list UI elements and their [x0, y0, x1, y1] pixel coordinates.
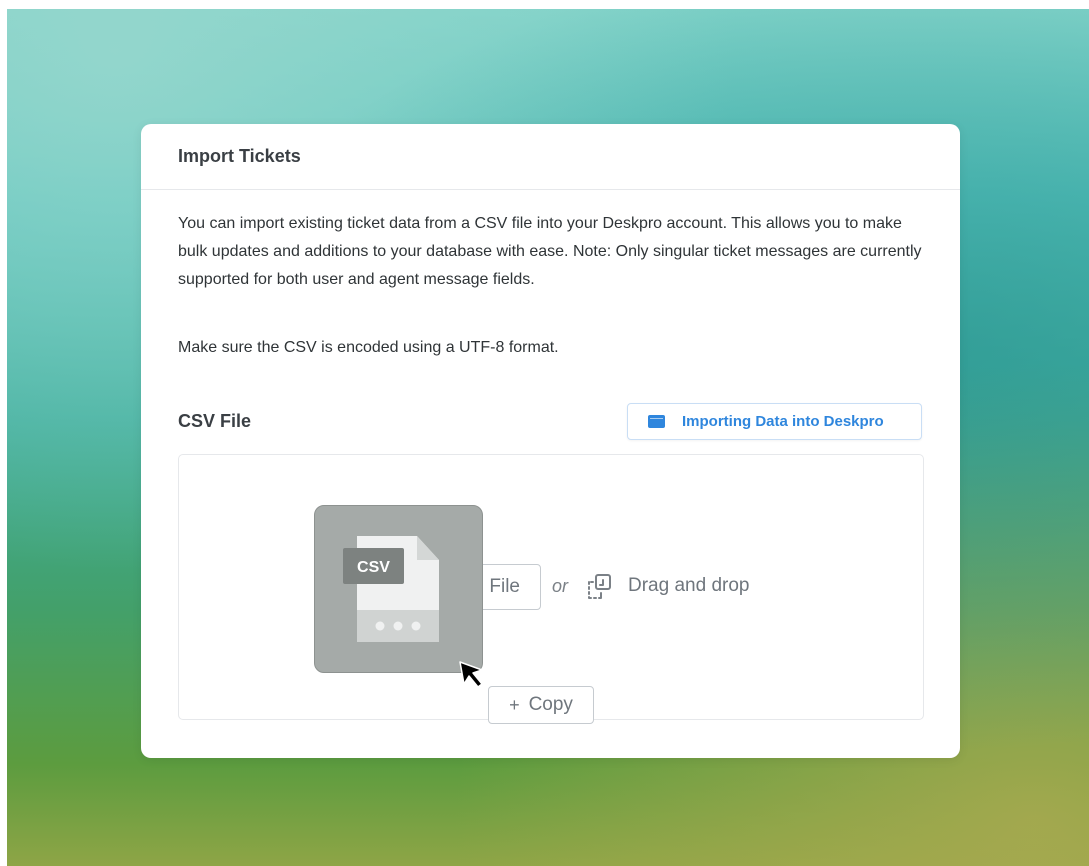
copy-indicator: + Copy: [488, 686, 594, 724]
import-description: You can import existing ticket data from…: [178, 215, 922, 288]
csv-badge-text: CSV: [357, 559, 390, 576]
arrow-cursor-icon: [459, 661, 483, 688]
csv-dropzone[interactable]: File or Drag and drop + Copy CSV: [178, 454, 924, 724]
app-frame: Import Tickets You can import existing t…: [0, 0, 1089, 866]
or-separator: or: [552, 576, 569, 596]
csv-file-label: CSV File: [178, 411, 252, 431]
page-title: Import Tickets: [178, 146, 301, 166]
copy-label: Copy: [528, 694, 573, 715]
guide-button-label: Importing Data into Deskpro: [682, 413, 884, 430]
csv-file-icon: CSV: [343, 536, 439, 642]
drag-drop-icon: [588, 574, 611, 599]
importing-data-guide-button[interactable]: Importing Data into Deskpro: [627, 403, 922, 440]
browser-window-icon: [648, 415, 665, 428]
csv-drag-preview: CSV: [314, 505, 483, 673]
plus-icon: +: [509, 694, 520, 715]
card-header: Import Tickets: [141, 124, 960, 190]
drag-and-drop-label: Drag and drop: [628, 575, 750, 596]
encoding-note: Make sure the CSV is encoded using a UTF…: [178, 339, 559, 356]
import-tickets-card: Import Tickets You can import existing t…: [141, 124, 960, 758]
file-button-label: File: [489, 576, 520, 597]
